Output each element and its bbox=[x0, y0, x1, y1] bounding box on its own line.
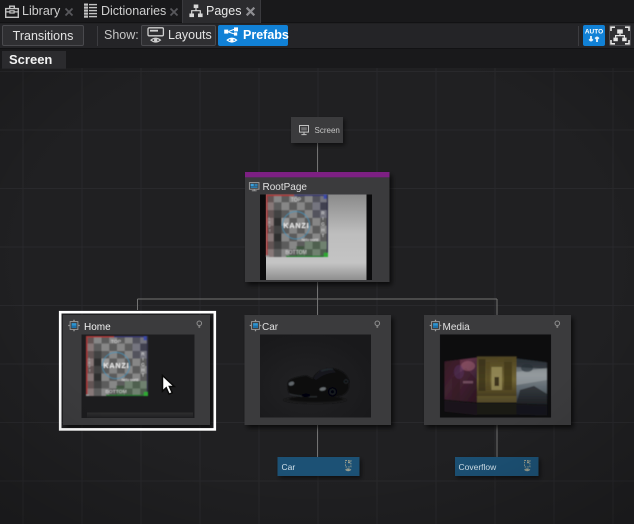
svg-text:Car: Car bbox=[262, 322, 279, 333]
svg-text:Coverflow: Coverflow bbox=[459, 462, 498, 472]
svg-text:Car: Car bbox=[282, 462, 296, 472]
svg-text:RootPage: RootPage bbox=[263, 182, 308, 193]
svg-text:Home: Home bbox=[84, 322, 111, 333]
svg-text:Screen: Screen bbox=[315, 126, 340, 135]
svg-text:AUTO: AUTO bbox=[585, 29, 603, 36]
svg-text:Media: Media bbox=[443, 322, 471, 333]
